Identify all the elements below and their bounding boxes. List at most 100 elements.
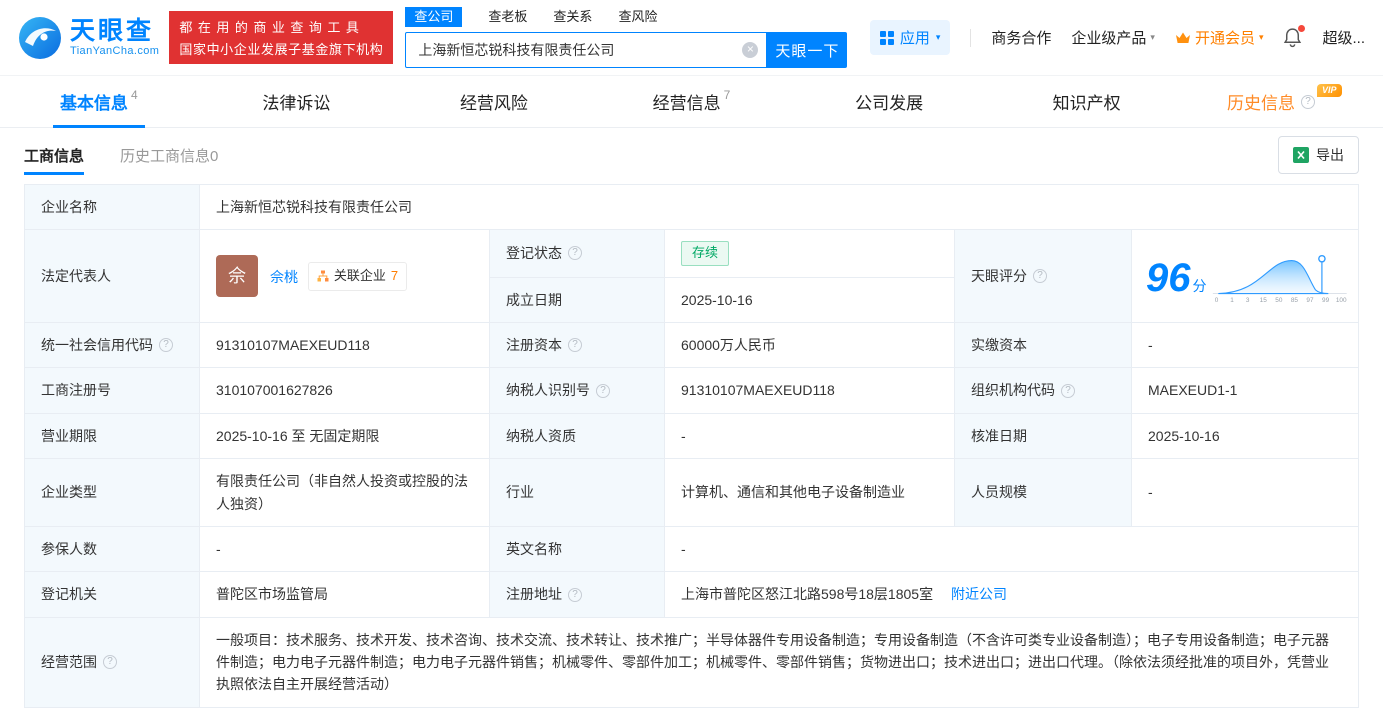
reg-authority-value: 普陀区市场监管局	[199, 571, 490, 618]
search-tabs: 查公司 查老板 查关系 查风险	[405, 7, 847, 27]
tab-history-info[interactable]: 历史信息 ? VIP	[1185, 76, 1383, 127]
open-vip-link[interactable]: 开通会员 ▾	[1175, 27, 1263, 48]
approval-date-value: 2025-10-16	[1131, 412, 1359, 460]
tab-intellectual-property-label: 知识产权	[1052, 94, 1121, 113]
tab-business-info-label: 经营信息	[652, 94, 721, 113]
business-term-value: 2025-10-16 至 无固定期限	[199, 412, 490, 460]
apps-menu-label: 应用	[899, 30, 930, 47]
score-cell[interactable]: 96 分 0 1 3 15 50 85 97 99 100	[1131, 229, 1359, 323]
apps-menu-button[interactable]: 应用 ▾	[869, 20, 951, 55]
english-name-value: -	[664, 525, 1359, 573]
help-icon[interactable]: ?	[568, 246, 582, 261]
legal-rep-name-link[interactable]: 佘桃	[270, 269, 298, 285]
legal-rep-avatar[interactable]: 佘	[216, 255, 258, 298]
excel-icon	[1293, 147, 1309, 163]
search-row: × 天眼一下	[405, 32, 848, 68]
tab-company-development-label: 公司发展	[855, 94, 924, 113]
org-code-label: 组织机构代码?	[954, 367, 1132, 414]
help-icon[interactable]: ?	[1061, 383, 1075, 398]
tab-company-development[interactable]: 公司发展	[790, 76, 988, 127]
related-companies-badge[interactable]: 关联企业 7	[307, 261, 408, 291]
tab-business-info[interactable]: 经营信息 7	[593, 76, 791, 127]
row-legal-rep: 法定代表人 佘 佘桃 关联企业 7 登记状态 ? 存续 天眼评分 ? 96 分 …	[24, 229, 1359, 323]
staff-size-value: -	[1131, 458, 1359, 527]
divider	[970, 28, 972, 47]
establish-date-value: 2025-10-16	[664, 276, 955, 323]
business-scope-label: 经营范围?	[24, 616, 200, 708]
chevron-down-icon: ▾	[1150, 32, 1155, 42]
help-icon[interactable]: ?	[103, 655, 117, 670]
english-name-label: 英文名称	[489, 525, 665, 573]
subtab-registration-info[interactable]: 工商信息	[24, 128, 85, 182]
credit-code-label: 统一社会信用代码?	[24, 321, 200, 369]
logo-eye-icon	[19, 16, 61, 59]
svg-text:97: 97	[1306, 297, 1314, 304]
search-block: 查公司 查老板 查关系 查风险 × 天眼一下	[405, 7, 848, 68]
credit-code-value: 91310107MAEXEUD118	[199, 321, 490, 369]
help-icon[interactable]: ?	[568, 338, 582, 353]
tianyancha-logo[interactable]: 天眼查 TianYanCha.com	[18, 16, 159, 60]
top-header: 天眼查 TianYanCha.com 都在用的商业查询工具 国家中小企业发展子基…	[0, 0, 1383, 76]
industry-label: 行业	[489, 458, 665, 527]
company-name-label: 企业名称	[24, 183, 200, 231]
reg-number-label: 工商注册号	[24, 367, 200, 414]
taxpayer-quality-label: 纳税人资质	[489, 412, 665, 460]
search-button[interactable]: 天眼一下	[767, 32, 848, 68]
slogan-line1: 都在用的商业查询工具	[179, 20, 365, 35]
search-tab-risk[interactable]: 查风险	[618, 8, 657, 26]
slogan-banner: 都在用的商业查询工具 国家中小企业发展子基金旗下机构	[169, 11, 394, 64]
notification-dot	[1298, 25, 1306, 32]
row-insured-count: 参保人数 - 英文名称 -	[24, 525, 1359, 573]
tab-intellectual-property[interactable]: 知识产权	[988, 76, 1186, 127]
slogan-line2: 国家中小企业发展子基金旗下机构	[179, 42, 384, 57]
main-nav-tabs: 基本信息 4 法律诉讼 经营风险 经营信息 7 公司发展 知识产权 历史信息 ?…	[0, 76, 1383, 128]
establish-date-label: 成立日期	[489, 276, 665, 323]
tab-basic-info-count: 4	[130, 87, 138, 102]
tab-history-info-label: 历史信息	[1227, 94, 1295, 113]
apps-grid-icon	[879, 30, 894, 45]
paid-capital-value: -	[1131, 321, 1359, 369]
help-icon[interactable]: ?	[1033, 269, 1047, 284]
help-icon[interactable]: ?	[596, 383, 610, 398]
search-tab-relation[interactable]: 查关系	[553, 8, 592, 26]
svg-text:85: 85	[1290, 297, 1298, 304]
subtab-bar: 工商信息 历史工商信息0 导出	[0, 128, 1383, 182]
search-tab-boss[interactable]: 查老板	[488, 8, 527, 26]
svg-text:1: 1	[1230, 297, 1234, 304]
super-vip-link[interactable]: 超级...	[1322, 27, 1365, 48]
search-input[interactable]	[418, 42, 743, 58]
open-vip-label: 开通会员	[1194, 30, 1255, 47]
tab-legal-proceedings-label: 法律诉讼	[262, 94, 331, 113]
clear-search-icon[interactable]: ×	[742, 42, 759, 58]
enterprise-product-link[interactable]: 企业级产品 ▾	[1071, 27, 1155, 48]
score-unit: 分	[1192, 278, 1207, 295]
tab-legal-proceedings[interactable]: 法律诉讼	[198, 76, 396, 127]
help-icon[interactable]: ?	[1301, 94, 1315, 109]
tab-operating-risk[interactable]: 经营风险	[395, 76, 593, 127]
row-reg-number: 工商注册号 310107001627826 纳税人识别号? 91310107MA…	[24, 367, 1359, 414]
export-button[interactable]: 导出	[1278, 136, 1359, 174]
nearby-companies-link[interactable]: 附近公司	[951, 586, 1007, 602]
row-business-term: 营业期限 2025-10-16 至 无固定期限 纳税人资质 - 核准日期 202…	[24, 412, 1359, 460]
vip-badge: VIP	[1317, 84, 1342, 97]
svg-text:0: 0	[1214, 297, 1218, 304]
help-icon[interactable]: ?	[568, 587, 582, 602]
insured-count-label: 参保人数	[24, 525, 200, 573]
notification-bell-icon[interactable]	[1283, 25, 1306, 48]
score-label: 天眼评分?	[954, 229, 1132, 323]
insured-count-value: -	[199, 525, 490, 573]
related-companies-count: 7	[390, 267, 399, 283]
row-business-scope: 经营范围? 一般项目：技术服务、技术开发、技术咨询、技术交流、技术转让、技术推广…	[24, 616, 1359, 708]
related-companies-label: 关联企业	[333, 267, 386, 283]
tab-operating-risk-label: 经营风险	[459, 94, 528, 113]
search-tab-company[interactable]: 查公司	[405, 7, 463, 27]
subtab-history-registration-info[interactable]: 历史工商信息0	[120, 128, 218, 182]
business-cooperation-link[interactable]: 商务合作	[991, 27, 1051, 48]
header-actions: 应用 ▾ 商务合作 企业级产品 ▾ 开通会员 ▾ 超级...	[869, 20, 1365, 55]
help-icon[interactable]: ?	[159, 338, 173, 353]
svg-text:100: 100	[1335, 297, 1346, 304]
tab-basic-info[interactable]: 基本信息 4	[0, 76, 198, 127]
brand-domain: TianYanCha.com	[70, 45, 160, 58]
tab-basic-info-label: 基本信息	[59, 94, 128, 113]
staff-size-label: 人员规模	[954, 458, 1132, 527]
